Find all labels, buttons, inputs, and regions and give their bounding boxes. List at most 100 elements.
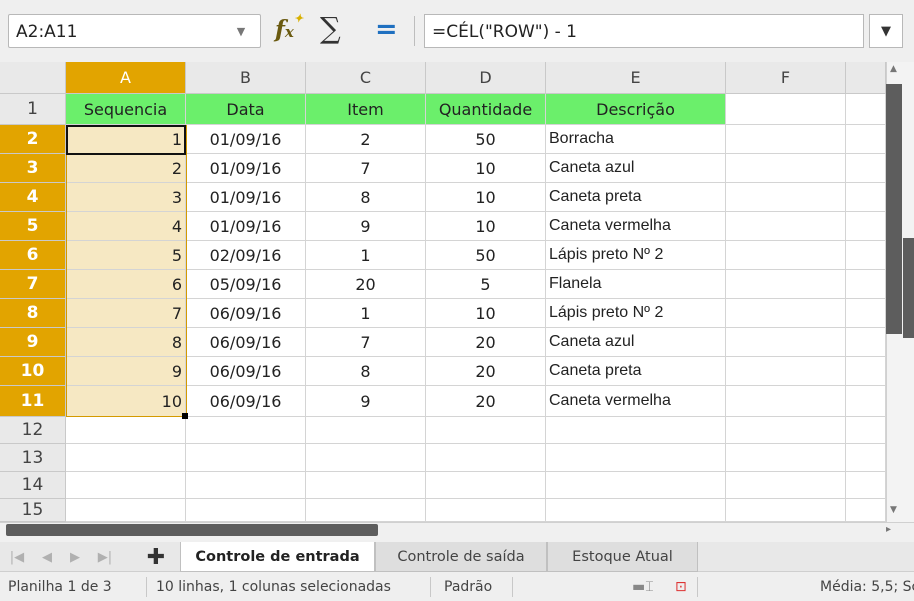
cell[interactable] <box>426 472 546 499</box>
tab-controle-de-entrada[interactable]: Controle de entrada <box>180 542 375 572</box>
cell[interactable] <box>306 444 426 472</box>
table-cell[interactable]: 9 <box>66 357 186 386</box>
cell[interactable] <box>726 154 846 183</box>
table-cell[interactable]: 10 <box>66 386 186 417</box>
row-header-7[interactable]: 7 <box>0 270 66 299</box>
cell[interactable] <box>846 154 886 183</box>
table-cell[interactable]: 1 <box>306 299 426 328</box>
table-cell[interactable]: 9 <box>306 212 426 241</box>
cell[interactable] <box>66 472 186 499</box>
table-cell[interactable]: Caneta azul <box>546 328 726 357</box>
header-cell[interactable]: Data <box>186 94 306 125</box>
row-header-12[interactable]: 12 <box>0 417 66 444</box>
header-cell[interactable]: Descrição <box>546 94 726 125</box>
cell[interactable] <box>726 417 846 444</box>
sheet-indicator[interactable]: Planilha 1 de 3 <box>8 572 112 601</box>
column-header-c[interactable]: C <box>306 62 426 94</box>
equals-icon[interactable]: = <box>375 14 398 45</box>
table-cell[interactable]: Flanela <box>546 270 726 299</box>
table-cell[interactable]: 10 <box>426 183 546 212</box>
add-sheet-icon[interactable]: ✚ <box>142 542 170 572</box>
header-cell[interactable]: Sequencia <box>66 94 186 125</box>
cell[interactable] <box>186 499 306 522</box>
row-header-1[interactable]: 1 <box>0 94 66 125</box>
cell[interactable] <box>846 270 886 299</box>
fill-handle[interactable] <box>182 413 188 419</box>
cell[interactable] <box>66 417 186 444</box>
table-cell[interactable]: 2 <box>66 154 186 183</box>
tab-controle-de-saida[interactable]: Controle de saída <box>375 542 547 572</box>
cell[interactable] <box>186 417 306 444</box>
row-header-8[interactable]: 8 <box>0 299 66 328</box>
table-cell[interactable]: 50 <box>426 125 546 154</box>
table-cell[interactable]: 20 <box>306 270 426 299</box>
scroll-down-icon[interactable]: ▼ <box>890 505 897 515</box>
cell[interactable] <box>546 444 726 472</box>
cell[interactable] <box>846 499 886 522</box>
table-cell[interactable]: Caneta vermelha <box>546 212 726 241</box>
sum-icon[interactable]: ∑ <box>320 11 341 45</box>
table-cell[interactable]: 3 <box>66 183 186 212</box>
row-header-2[interactable]: 2 <box>0 125 66 154</box>
table-cell[interactable]: 5 <box>66 241 186 270</box>
chevron-down-icon[interactable]: ▼ <box>222 14 260 48</box>
cell[interactable] <box>66 499 186 522</box>
table-cell[interactable]: 7 <box>306 154 426 183</box>
cell[interactable] <box>306 472 426 499</box>
row-header-3[interactable]: 3 <box>0 154 66 183</box>
table-cell[interactable]: 01/09/16 <box>186 154 306 183</box>
cell[interactable] <box>846 386 886 417</box>
table-cell[interactable]: 06/09/16 <box>186 328 306 357</box>
table-cell[interactable]: 8 <box>66 328 186 357</box>
column-header-e[interactable]: E <box>546 62 726 94</box>
table-cell[interactable]: 2 <box>306 125 426 154</box>
next-sheet-icon[interactable]: ▶ <box>64 542 86 572</box>
cell[interactable] <box>426 417 546 444</box>
table-cell[interactable]: 01/09/16 <box>186 125 306 154</box>
cell[interactable] <box>846 183 886 212</box>
table-cell[interactable]: 06/09/16 <box>186 386 306 417</box>
page-style[interactable]: Padrão <box>444 572 492 601</box>
table-cell[interactable]: Lápis preto Nº 2 <box>546 299 726 328</box>
table-cell[interactable]: 1 <box>306 241 426 270</box>
table-cell[interactable]: 10 <box>426 299 546 328</box>
select-all-corner[interactable] <box>0 62 66 94</box>
insert-mode-icon[interactable]: ▬⌶ <box>632 572 654 601</box>
tab-estoque-atual[interactable]: Estoque Atual <box>547 542 698 572</box>
vertical-scroll-thumb[interactable] <box>886 84 902 334</box>
row-header-13[interactable]: 13 <box>0 444 66 472</box>
cell[interactable] <box>846 357 886 386</box>
table-cell[interactable]: 10 <box>426 154 546 183</box>
cell[interactable] <box>846 125 886 154</box>
table-cell[interactable]: 01/09/16 <box>186 183 306 212</box>
cell[interactable] <box>306 499 426 522</box>
cell[interactable] <box>546 499 726 522</box>
cell[interactable] <box>726 270 846 299</box>
table-cell[interactable]: Caneta preta <box>546 357 726 386</box>
vertical-scroll-thumb-lower[interactable] <box>903 238 914 338</box>
cell[interactable] <box>726 357 846 386</box>
table-cell[interactable]: 50 <box>426 241 546 270</box>
row-header-9[interactable]: 9 <box>0 328 66 357</box>
cell[interactable] <box>846 94 886 125</box>
column-header-a[interactable]: A <box>66 62 186 94</box>
row-header-11[interactable]: 11 <box>0 386 66 417</box>
cell[interactable] <box>306 417 426 444</box>
cell[interactable] <box>846 212 886 241</box>
cell[interactable] <box>726 212 846 241</box>
row-header-14[interactable]: 14 <box>0 472 66 499</box>
cell[interactable] <box>726 183 846 212</box>
document-modified-icon[interactable]: ⊡ <box>675 572 687 601</box>
cell[interactable] <box>726 444 846 472</box>
cell[interactable] <box>426 444 546 472</box>
row-header-4[interactable]: 4 <box>0 183 66 212</box>
table-cell[interactable]: Lápis preto Nº 2 <box>546 241 726 270</box>
cell[interactable] <box>726 328 846 357</box>
table-cell[interactable]: 8 <box>306 357 426 386</box>
table-cell[interactable]: Borracha <box>546 125 726 154</box>
cell[interactable] <box>726 241 846 270</box>
table-cell[interactable]: 8 <box>306 183 426 212</box>
table-cell[interactable]: 1 <box>66 125 186 154</box>
table-cell[interactable]: 9 <box>306 386 426 417</box>
table-cell[interactable]: 10 <box>426 212 546 241</box>
